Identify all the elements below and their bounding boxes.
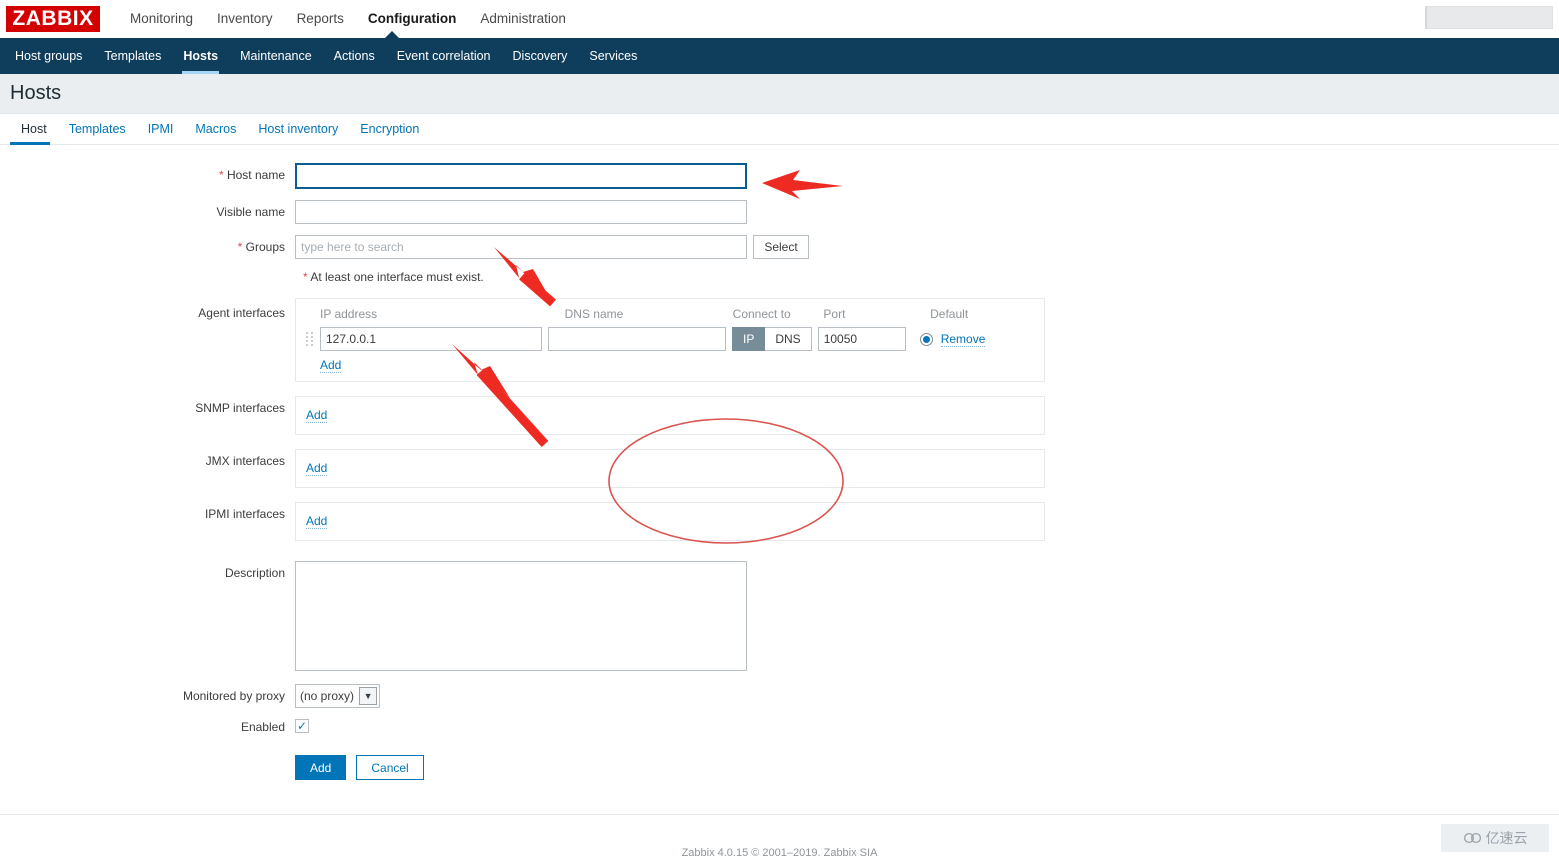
subnav-item-templates[interactable]: Templates <box>93 38 172 74</box>
required-marker: * <box>237 240 243 254</box>
interface-required-note: * At least one interface must exist. <box>303 270 1559 284</box>
required-marker: * <box>303 270 308 284</box>
add-jmx-interface-link[interactable]: Add <box>306 461 328 476</box>
host-form: * Host name Visible name * Groups Select… <box>0 145 1559 780</box>
connect-to-toggle: IP DNS <box>732 327 812 351</box>
field-row-visible-name: Visible name <box>0 200 1559 224</box>
main-navigation: Monitoring Inventory Reports Configurati… <box>118 0 578 38</box>
ipmi-interfaces-panel: Add <box>295 502 1045 541</box>
description-label: Description <box>224 566 285 580</box>
column-header-connect-to: Connect to <box>732 307 791 321</box>
monitored-by-proxy-label: Monitored by proxy <box>182 689 285 703</box>
groups-select-button[interactable]: Select <box>753 235 809 259</box>
cloud-icon <box>1463 832 1481 844</box>
subnav-item-discovery[interactable]: Discovery <box>502 38 579 74</box>
top-header: ZABBIX Monitoring Inventory Reports Conf… <box>0 0 1559 38</box>
agent-interfaces-add-wrap: Add <box>320 358 1034 373</box>
drag-handle-icon[interactable] <box>306 330 316 348</box>
tab-templates[interactable]: Templates <box>58 121 137 144</box>
tab-macros[interactable]: Macros <box>184 121 247 144</box>
subnav-item-services[interactable]: Services <box>578 38 648 74</box>
form-tabs: Host Templates IPMI Macros Host inventor… <box>0 114 1559 145</box>
subnav-item-actions[interactable]: Actions <box>323 38 386 74</box>
main-nav-configuration[interactable]: Configuration <box>356 0 468 38</box>
main-nav-inventory[interactable]: Inventory <box>205 0 285 38</box>
field-row-jmx-interfaces: JMX interfaces Add <box>0 449 1559 488</box>
agent-interface-row: IP DNS Remove <box>306 327 1034 351</box>
jmx-interfaces-panel: Add <box>295 449 1045 488</box>
snmp-interfaces-panel: Add <box>295 396 1045 435</box>
submit-add-button[interactable]: Add <box>295 755 347 780</box>
interface-dns-input[interactable] <box>548 327 726 351</box>
tab-ipmi[interactable]: IPMI <box>137 121 185 144</box>
visible-name-label: Visible name <box>216 205 285 219</box>
snmp-interfaces-label: SNMP interfaces <box>195 401 285 415</box>
column-header-ip-address: IP address <box>320 307 378 321</box>
subnav-item-event-correlation[interactable]: Event correlation <box>386 38 502 74</box>
host-name-label-text: Host name <box>226 168 285 182</box>
connect-to-option-dns[interactable]: DNS <box>765 327 812 351</box>
subnav-item-maintenance[interactable]: Maintenance <box>229 38 323 74</box>
main-nav-monitoring[interactable]: Monitoring <box>118 0 205 38</box>
tab-host[interactable]: Host <box>10 121 58 145</box>
global-search-input[interactable] <box>1425 6 1553 29</box>
zabbix-logo[interactable]: ZABBIX <box>6 5 100 32</box>
monitored-by-proxy-select[interactable]: (no proxy) ▼ <box>295 684 381 708</box>
jmx-interfaces-label: JMX interfaces <box>205 454 285 468</box>
connect-to-option-ip[interactable]: IP <box>732 327 766 351</box>
host-name-input[interactable] <box>295 163 747 189</box>
field-row-agent-interfaces: Agent interfaces IP address DNS name Con… <box>0 298 1559 382</box>
tab-host-inventory[interactable]: Host inventory <box>247 121 349 144</box>
main-nav-administration[interactable]: Administration <box>468 0 578 38</box>
groups-label: * Groups <box>0 235 295 259</box>
tab-encryption[interactable]: Encryption <box>349 121 430 144</box>
remove-interface-link[interactable]: Remove <box>940 332 986 347</box>
interface-note-text: At least one interface must exist. <box>310 270 484 284</box>
host-name-label: * Host name <box>0 163 295 187</box>
monitored-by-proxy-value: (no proxy) <box>300 689 355 703</box>
column-header-dns-name: DNS name <box>564 307 624 321</box>
page-header: Hosts <box>0 74 1559 114</box>
main-nav-reports[interactable]: Reports <box>285 0 356 38</box>
groups-search-input[interactable] <box>295 235 747 259</box>
interface-port-input[interactable] <box>817 327 906 351</box>
sub-navigation: Host groups Templates Hosts Maintenance … <box>0 31 1559 74</box>
field-row-groups: * Groups Select <box>0 235 1559 259</box>
field-row-monitored-by-proxy: Monitored by proxy (no proxy) ▼ <box>0 684 1559 708</box>
watermark-text: 亿速云 <box>1485 830 1528 846</box>
app-window: ZABBIX Monitoring Inventory Reports Conf… <box>0 0 1559 856</box>
page-title: Hosts <box>10 82 62 104</box>
field-row-enabled: Enabled ✓ <box>0 719 1559 735</box>
subnav-item-host-groups[interactable]: Host groups <box>4 38 93 74</box>
enabled-checkbox[interactable]: ✓ <box>295 719 309 733</box>
field-row-ipmi-interfaces: IPMI interfaces Add <box>0 502 1559 541</box>
groups-label-text: Groups <box>245 240 285 254</box>
required-marker: * <box>218 168 224 182</box>
agent-interfaces-label: Agent interfaces <box>198 306 285 320</box>
column-header-port: Port <box>823 307 846 321</box>
add-ipmi-interface-link[interactable]: Add <box>306 514 328 529</box>
subnav-item-hosts[interactable]: Hosts <box>172 38 229 74</box>
field-row-snmp-interfaces: SNMP interfaces Add <box>0 396 1559 435</box>
interface-default-cell: Remove <box>919 332 986 347</box>
agent-interfaces-header-row: IP address DNS name Connect to Port Defa… <box>306 307 1034 321</box>
add-snmp-interface-link[interactable]: Add <box>306 408 328 423</box>
cancel-button[interactable]: Cancel <box>356 755 424 780</box>
add-agent-interface-link[interactable]: Add <box>320 358 342 373</box>
page-footer: Zabbix 4.0.15 © 2001–2019, Zabbix SIA 亿速… <box>0 814 1559 856</box>
default-interface-radio[interactable] <box>919 332 933 346</box>
watermark-badge: 亿速云 <box>1441 824 1549 852</box>
footer-copyright: Zabbix 4.0.15 © 2001–2019, Zabbix SIA <box>681 847 878 856</box>
field-row-description: Description <box>0 561 1559 671</box>
field-row-host-name: * Host name <box>0 163 1559 189</box>
agent-interfaces-panel: IP address DNS name Connect to Port Defa… <box>295 298 1045 382</box>
chevron-down-icon[interactable]: ▼ <box>359 687 378 705</box>
column-header-default: Default <box>930 307 969 321</box>
enabled-label: Enabled <box>240 720 285 734</box>
ipmi-interfaces-label: IPMI interfaces <box>204 507 285 521</box>
interface-ip-input[interactable] <box>320 327 542 351</box>
description-textarea[interactable] <box>295 561 747 671</box>
form-actions-row: Add Cancel <box>0 755 1559 780</box>
visible-name-input[interactable] <box>295 200 747 224</box>
